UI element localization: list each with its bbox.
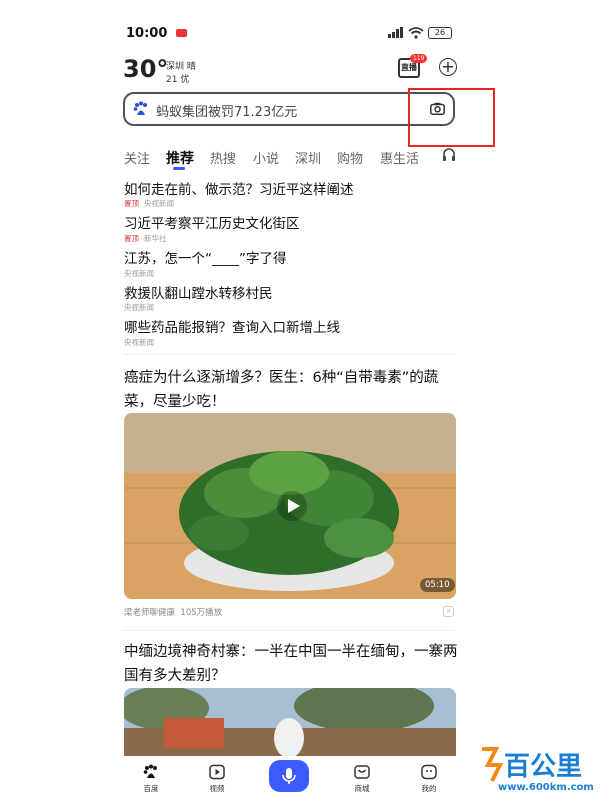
dismiss-icon[interactable]: × (443, 606, 454, 617)
video-duration: 05:10 (420, 578, 455, 592)
svg-text:百公里: 百公里 (504, 752, 582, 782)
video-author[interactable]: 梁老师聊健康 (124, 608, 175, 618)
play-icon[interactable] (277, 491, 307, 521)
video-meta: 梁老师聊健康 105万播放 (124, 606, 222, 618)
nav-label: 视频 (209, 784, 225, 793)
active-tab-indicator (173, 167, 185, 170)
notification-badge-icon (176, 29, 187, 37)
baidu-paw-icon (133, 101, 147, 115)
tab-shenzhen[interactable]: 深圳 (295, 148, 321, 167)
mic-icon (282, 768, 296, 784)
tab-novel[interactable]: 小说 (253, 148, 279, 167)
news-title[interactable]: 救援队翻山蹚水转移村民 (124, 282, 273, 302)
voice-search-button[interactable] (269, 760, 309, 792)
nav-video[interactable]: 视频 (197, 764, 237, 794)
video-icon (209, 764, 225, 780)
nav-profile[interactable]: 我的 (409, 764, 449, 794)
highlight-frame (408, 88, 495, 147)
nav-label: 我的 (421, 784, 437, 793)
video-plays: 105万播放 (180, 608, 223, 618)
cellular-signal-icon (388, 27, 403, 38)
news-title[interactable]: 江苏，怎一个“____”字了得 (124, 247, 287, 267)
news-meta: 置顶 央视新闻 (124, 198, 174, 209)
nav-label: 百度 (143, 784, 159, 793)
city-weather: 深圳 晴 (166, 62, 196, 72)
battery-icon: 26 (428, 27, 452, 39)
tab-hot[interactable]: 热搜 (210, 148, 236, 167)
add-button[interactable]: + (439, 58, 457, 76)
news-title[interactable]: 习近平考察平江历史文化街区 (124, 212, 300, 232)
search-query[interactable]: 蚂蚁集团被罚71.23亿元 (156, 101, 297, 120)
live-count-badge: 119 (410, 54, 428, 63)
paw-icon (143, 764, 157, 778)
article-title[interactable]: 癌症为什么逐渐增多？医生：6种“自带毒素”的蔬菜，尽量少吃！ (124, 366, 458, 414)
village-image (124, 688, 456, 760)
tab-recommend[interactable]: 推荐 (166, 148, 194, 168)
profile-icon (421, 764, 437, 780)
nav-baidu[interactable]: 百度 (131, 764, 171, 794)
watermark-logo: 百公里 (482, 747, 582, 782)
tab-life[interactable]: 惠生活 (380, 148, 419, 167)
watermark-url: www.600km.com (498, 782, 594, 793)
news-source: 央视新闻 (124, 303, 154, 312)
news-meta: 置顶 新华社 (124, 233, 167, 244)
news-source: 新华社 (144, 234, 167, 243)
pin-label: 置顶 (124, 234, 139, 243)
news-source: 央视新闻 (124, 338, 154, 347)
article-title[interactable]: 中缅边境神奇村寨：一半在中国一半在缅甸，一寨两国有多大差别？ (124, 640, 458, 688)
nav-label: 商城 (354, 784, 370, 793)
status-time: 10:00 (126, 26, 168, 41)
news-title[interactable]: 如何走在前、做示范？习近平这样阐述 (124, 178, 354, 198)
headset-icon[interactable] (442, 148, 456, 162)
news-source: 央视新闻 (144, 199, 174, 208)
shop-icon (354, 765, 370, 779)
wifi-icon (408, 27, 424, 39)
news-title[interactable]: 哪些药品能报销？查询入口新增上线 (124, 316, 340, 336)
tab-follow[interactable]: 关注 (124, 148, 150, 167)
news-source: 央视新闻 (124, 269, 154, 278)
article-thumbnail[interactable] (124, 688, 456, 760)
divider (123, 630, 455, 631)
air-quality: 21 优 (166, 75, 190, 85)
temperature[interactable]: 30° (123, 55, 168, 83)
tab-shopping[interactable]: 购物 (337, 148, 363, 167)
pin-label: 置顶 (124, 199, 139, 208)
nav-shop[interactable]: 商城 (342, 764, 382, 794)
divider (123, 354, 455, 355)
